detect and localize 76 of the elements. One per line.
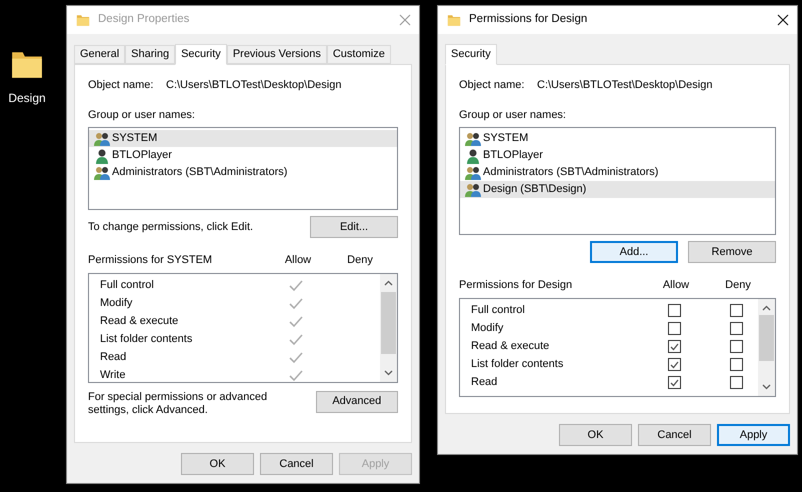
list-item[interactable]: SYSTEM [460,130,775,147]
tab[interactable]: General [74,45,126,64]
checkbox[interactable] [730,358,742,371]
checkbox[interactable] [668,304,680,317]
tab[interactable]: Previous Versions [226,45,327,64]
scroll-down-icon[interactable] [762,384,771,390]
list-item[interactable]: BTLOPlayer [460,147,775,164]
scroll-up-icon[interactable] [762,304,771,310]
permission-name: Modify [471,321,504,336]
object-name-label: Object name: [459,78,526,93]
users-icon [464,164,482,180]
permission-name: Modify [100,296,134,312]
tab[interactable]: Sharing [125,45,176,64]
permission-name: Full control [100,278,155,294]
change-hint: To change permissions, click Edit. [88,220,254,235]
users-icon [464,182,482,198]
object-name: C:\Users\BTLOTest\Desktop\Design [537,78,712,93]
dialog-button[interactable]: Cancel [638,424,711,446]
permission-name: Read [100,350,128,366]
dialog-button[interactable]: Advanced [316,390,398,412]
folder-icon [76,12,90,28]
checkbox[interactable] [730,304,742,317]
user-icon [464,148,482,164]
permission-name: Read [471,375,498,390]
scroll-up-icon[interactable] [384,280,393,286]
dialog-button[interactable]: OK [181,453,254,475]
checkbox[interactable] [730,322,742,335]
dialog-button[interactable]: Remove [688,241,776,263]
object-name-label: Object name: [88,78,154,93]
list-item[interactable]: SYSTEM [89,130,397,147]
group-label: Group or user names: [459,108,567,122]
scrollbar[interactable] [380,274,397,382]
column-header: Allow [662,278,690,293]
permission-name: Read & execute [100,314,180,330]
users-icon [93,130,111,146]
checkbox[interactable] [668,322,680,335]
checkbox[interactable] [730,376,742,389]
list-item[interactable]: Administrators (SBT\Administrators) [460,164,775,181]
permission-name: Read & execute [471,339,550,354]
object-name: C:\Users\BTLOTest\Desktop\Design [166,78,342,93]
checkbox[interactable] [668,376,680,389]
dialog-button[interactable]: Add... [590,241,678,263]
list-item[interactable]: Administrators (SBT\Administrators) [89,164,397,181]
list-item[interactable]: BTLOPlayer [89,147,397,164]
desktop-icon-label[interactable]: Design [8,89,46,107]
group-label: Group or user names: [88,108,196,122]
folder-icon [447,12,461,28]
list-item[interactable]: Design (SBT\Design) [460,181,775,198]
column-header: Deny [346,253,374,268]
window-title: Permissions for Design [469,12,588,28]
permission-name: List folder contents [100,332,194,348]
dialog-button[interactable]: Edit... [310,216,398,238]
tab[interactable]: Customize [326,45,391,64]
column-header: Deny [724,278,752,293]
checkbox[interactable] [668,340,680,353]
users-icon [93,164,111,180]
dialog-button[interactable]: OK [559,424,632,446]
scrollbar[interactable] [758,298,775,396]
window-title: Design Properties [98,12,190,28]
dialog-button[interactable]: Apply [717,424,790,446]
advanced-hint: For special permissions or advanced settings, click Advanced. [88,390,268,416]
scroll-down-icon[interactable] [384,370,393,376]
permission-name: Full control [471,303,526,318]
permissions-label: Permissions for Design [459,278,574,293]
user-icon [93,148,111,164]
permission-name: List folder contents [471,357,564,372]
tab[interactable]: Security [445,44,497,65]
column-header: Allow [284,253,312,268]
checkbox[interactable] [730,340,742,353]
dialog-button[interactable]: Cancel [260,453,333,475]
users-icon [464,130,482,146]
permissions-label: Permissions for SYSTEM [88,253,214,268]
close-icon[interactable] [777,14,789,26]
tab[interactable]: Security [175,44,227,65]
checkbox[interactable] [668,358,680,371]
permission-name: Write [100,368,126,382]
